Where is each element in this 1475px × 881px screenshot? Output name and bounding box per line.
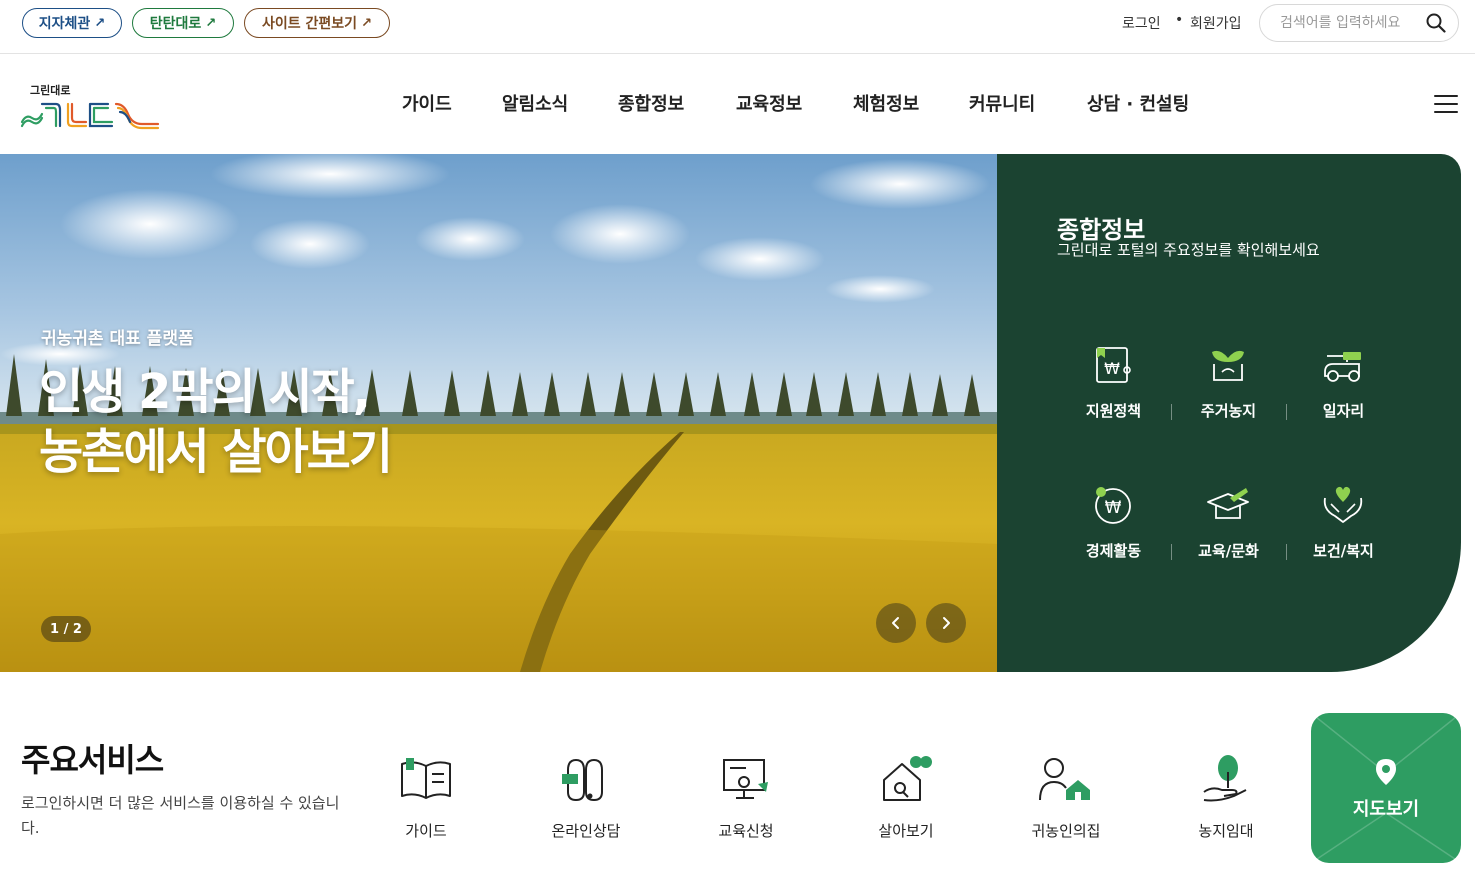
hero-subtitle: 귀농귀촌 대표 플랫폼 <box>41 329 194 349</box>
link-simple-view[interactable]: 사이트 간편보기 ↗ <box>244 8 390 38</box>
jobs-icon <box>1324 352 1361 382</box>
education-culture-icon <box>1207 488 1249 519</box>
external-link-icon: ↗ <box>361 15 372 31</box>
service-education-apply[interactable]: 교육신청 <box>686 752 806 847</box>
online-consult-icon <box>562 758 603 802</box>
guide-book-icon <box>401 758 451 799</box>
panel-item-economy[interactable]: ₩ 경제활동 <box>1056 482 1171 572</box>
service-label: 농지임대 <box>1198 822 1254 840</box>
hero-title-line-2: 농촌에서 살아보기 <box>39 424 393 480</box>
nav-experience[interactable]: 체험정보 <box>853 90 919 116</box>
hamburger-menu-icon[interactable] <box>1434 95 1458 113</box>
link-tantan-daero[interactable]: 탄탄대로 ↗ <box>132 8 234 38</box>
login-link[interactable]: 로그인 <box>1122 13 1161 33</box>
link-simple-view-label: 사이트 간편보기 <box>262 16 358 32</box>
service-label: 온라인상담 <box>551 822 621 840</box>
panel-item-health-welfare[interactable]: 보건/복지 <box>1286 482 1401 572</box>
search-input[interactable] <box>1280 15 1420 31</box>
external-link-icon: ↗ <box>205 15 217 31</box>
housing-farmland-icon <box>1212 350 1244 381</box>
service-farmland-lease[interactable]: 농지임대 <box>1166 752 1286 847</box>
education-apply-icon <box>723 759 768 799</box>
panel-item-label: 일자리 <box>1322 402 1365 420</box>
economy-icon: ₩ <box>1095 487 1131 524</box>
link-local-gov[interactable]: 지자체관 ↗ <box>22 8 122 38</box>
nav-consulting[interactable]: 상담 · 컨설팅 <box>1087 90 1189 116</box>
services-title: 주요서비스 <box>21 741 164 779</box>
panel-item-housing-farmland[interactable]: 주거농지 <box>1171 342 1286 432</box>
utility-bar: 지자체관 ↗ 탄탄대로 ↗ 사이트 간편보기 ↗ 로그인 • 회원가입 <box>0 0 1475 54</box>
service-farmer-house[interactable]: 귀농인의집 <box>1006 752 1126 847</box>
map-pin-icon <box>1376 759 1396 785</box>
services-description: 로그인하시면 더 많은 서비스를 이용하실 수 있습니다. <box>21 794 340 837</box>
link-tantan-daero-label: 탄탄대로 <box>149 16 202 32</box>
support-policy-icon: ₩ <box>1096 347 1131 383</box>
service-label: 살아보기 <box>878 822 934 840</box>
map-view-button[interactable]: 지도보기 <box>1311 713 1461 863</box>
svg-text:₩: ₩ <box>1104 359 1120 378</box>
hero-title-line-1: 인생 2막의 시작, <box>39 364 371 420</box>
nav-general-info[interactable]: 종합정보 <box>618 90 684 116</box>
chevron-left-icon <box>892 617 899 629</box>
search-box <box>1259 4 1459 42</box>
nav-community[interactable]: 커뮤니티 <box>969 90 1035 116</box>
nav-guide[interactable]: 가이드 <box>402 90 452 116</box>
join-link[interactable]: 회원가입 <box>1190 13 1242 33</box>
logo-mark-icon <box>20 102 160 130</box>
trial-living-icon <box>883 756 932 801</box>
panel-item-label: 보건/복지 <box>1313 542 1374 560</box>
chevron-right-icon <box>943 617 950 629</box>
slide-prev-button[interactable] <box>876 603 916 643</box>
slide-next-button[interactable] <box>926 603 966 643</box>
link-local-gov-label: 지자체관 <box>38 16 91 32</box>
service-guide[interactable]: 가이드 <box>366 752 486 847</box>
panel-item-education-culture[interactable]: 교육/문화 <box>1171 482 1286 572</box>
service-label: 귀농인의집 <box>1031 822 1101 840</box>
panel-item-support-policy[interactable]: ₩ 지원정책 <box>1056 342 1171 432</box>
panel-item-label: 경제활동 <box>1085 542 1142 560</box>
panel-item-jobs[interactable]: 일자리 <box>1286 342 1401 432</box>
general-info-panel: 종합정보 그린대로 포털의 주요정보를 확인해보세요 ₩ 지원정책 주거농지 일… <box>997 154 1461 672</box>
service-online-consult[interactable]: 온라인상담 <box>526 752 646 847</box>
service-label: 가이드 <box>405 822 447 840</box>
search-icon[interactable] <box>1426 13 1446 33</box>
external-link-icon: ↗ <box>94 15 106 31</box>
service-label: 교육신청 <box>718 822 774 840</box>
nav-education[interactable]: 교육정보 <box>736 90 802 116</box>
panel-item-label: 지원정책 <box>1085 402 1142 420</box>
map-button-decoration <box>1311 713 1461 863</box>
slide-counter: 1 / 2 <box>41 616 91 642</box>
site-logo[interactable]: 그린대로 <box>20 82 162 130</box>
hero-banner: 귀농귀촌 대표 플랫폼 인생 2막의 시작, 농촌에서 살아보기 1 / 2 <box>0 154 997 672</box>
farmland-lease-icon <box>1203 755 1247 802</box>
farmer-house-icon <box>1039 758 1090 801</box>
svg-text:₩: ₩ <box>1105 498 1122 518</box>
health-welfare-icon <box>1323 486 1363 523</box>
util-separator: • <box>1175 12 1184 28</box>
map-view-label: 지도보기 <box>1352 799 1420 820</box>
service-trial-living[interactable]: 살아보기 <box>846 752 966 847</box>
panel-item-label: 교육/문화 <box>1198 542 1259 560</box>
main-header: 그린대로 가이드 알림소식 종합정보 교육정보 체험정보 커뮤니티 상담 · 컨… <box>0 54 1475 154</box>
panel-description: 그린대로 포털의 주요정보를 확인해보세요 <box>1057 241 1320 259</box>
hero-title: 인생 2막의 시작, 농촌에서 살아보기 <box>39 362 393 482</box>
panel-item-label: 주거농지 <box>1200 402 1257 420</box>
nav-news[interactable]: 알림소식 <box>502 90 568 116</box>
